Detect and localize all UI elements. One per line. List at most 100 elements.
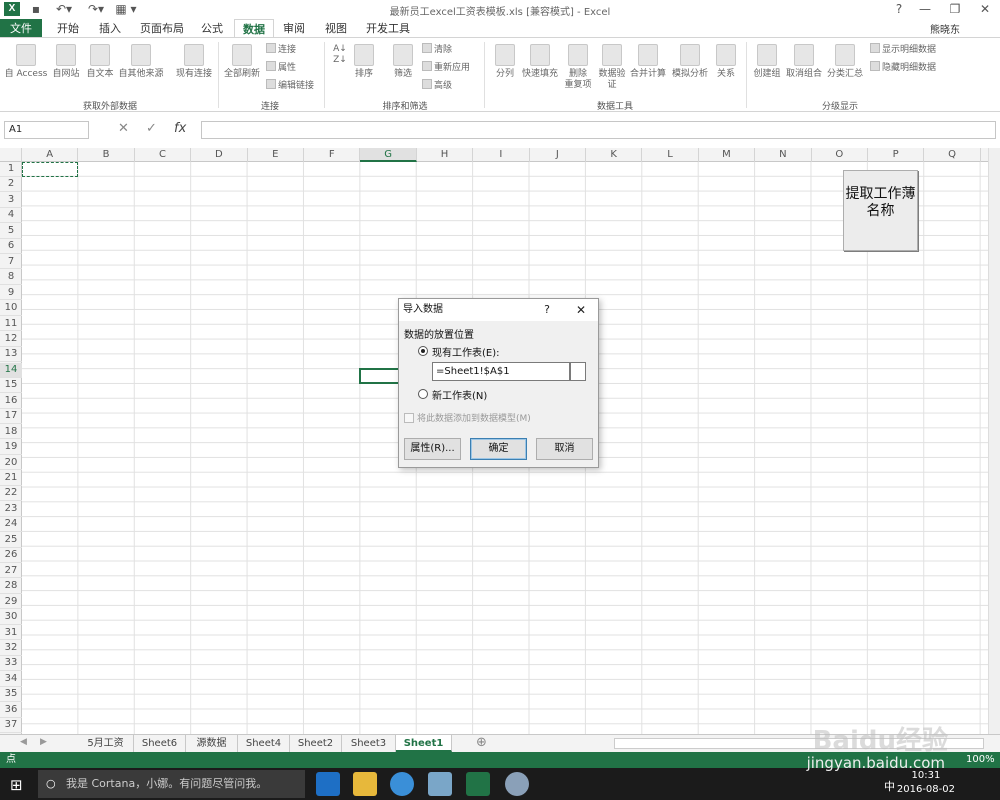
tab-data[interactable]: 数据: [234, 19, 274, 38]
dialog-help-button[interactable]: ?: [544, 299, 550, 321]
column-header[interactable]: O: [812, 148, 868, 162]
row-header[interactable]: 22: [0, 486, 22, 502]
filter-button[interactable]: 筛选: [388, 44, 418, 80]
edge-icon[interactable]: [316, 772, 340, 796]
tab-insert[interactable]: 插入: [92, 19, 128, 38]
vertical-scrollbar[interactable]: [988, 148, 1000, 734]
minimize-button[interactable]: —: [912, 0, 938, 19]
refresh-all-button[interactable]: 全部刷新: [222, 44, 262, 80]
column-header[interactable]: M: [699, 148, 756, 162]
row-header[interactable]: 26: [0, 548, 22, 564]
row-header[interactable]: 10: [0, 301, 22, 316]
new-sheet-radio[interactable]: [418, 389, 428, 399]
row-header[interactable]: 13: [0, 347, 22, 363]
column-header[interactable]: J: [530, 148, 586, 162]
location-input[interactable]: =Sheet1!$A$1: [432, 362, 570, 381]
tab-view[interactable]: 视图: [318, 19, 354, 38]
tab-formulas[interactable]: 公式: [194, 19, 230, 38]
existing-connections-button[interactable]: 现有连接: [172, 44, 216, 80]
row-header[interactable]: 11: [0, 317, 22, 332]
help-button[interactable]: ?: [886, 0, 912, 19]
sheet-tab[interactable]: 源数据: [186, 735, 238, 752]
row-header[interactable]: 33: [0, 656, 22, 672]
row-header[interactable]: 20: [0, 456, 22, 471]
tab-developer[interactable]: 开发工具: [362, 19, 414, 38]
tab-file[interactable]: 文件: [0, 19, 42, 38]
ungroup-button[interactable]: 取消组合: [784, 44, 824, 80]
sort-az-button[interactable]: A↓ Z↓: [328, 44, 352, 66]
column-header[interactable]: D: [191, 148, 248, 162]
column-header[interactable]: C: [135, 148, 192, 162]
column-header[interactable]: I: [473, 148, 530, 162]
reapply-button[interactable]: 重新应用: [422, 61, 470, 76]
column-header[interactable]: E: [248, 148, 304, 162]
relationships-button[interactable]: 关系: [712, 44, 740, 80]
row-header[interactable]: 31: [0, 626, 22, 641]
row-header[interactable]: 35: [0, 687, 22, 703]
row-header[interactable]: 23: [0, 502, 22, 517]
new-sheet-label[interactable]: 新工作表(N): [432, 387, 487, 402]
close-button[interactable]: ✕: [972, 0, 998, 19]
column-header[interactable]: P: [868, 148, 925, 162]
select-all-corner[interactable]: [0, 148, 22, 162]
tab-review[interactable]: 审阅: [278, 19, 310, 38]
column-header[interactable]: L: [642, 148, 699, 162]
row-header[interactable]: 2: [0, 177, 22, 193]
connections-button[interactable]: 连接: [266, 43, 296, 58]
ok-button[interactable]: 确定: [470, 438, 527, 460]
dialog-close-button[interactable]: ✕: [576, 299, 586, 321]
from-other-sources-button[interactable]: 自其他来源: [118, 44, 164, 80]
row-header[interactable]: 28: [0, 579, 22, 594]
row-header[interactable]: 4: [0, 208, 22, 224]
row-header[interactable]: 3: [0, 193, 22, 208]
row-header[interactable]: 9: [0, 286, 22, 301]
column-header[interactable]: G: [360, 148, 417, 162]
row-header[interactable]: 18: [0, 425, 22, 440]
column-header[interactable]: K: [586, 148, 643, 162]
row-header[interactable]: 32: [0, 641, 22, 656]
what-if-analysis-button[interactable]: 模拟分析: [670, 44, 710, 80]
excel-taskbar-icon[interactable]: [466, 772, 490, 796]
row-header[interactable]: 12: [0, 332, 22, 347]
row-header[interactable]: 7: [0, 255, 22, 270]
name-box[interactable]: A1: [4, 121, 89, 139]
properties-button[interactable]: 属性(R)...: [404, 438, 461, 460]
from-text-button[interactable]: 自文本: [84, 44, 116, 80]
subtotal-button[interactable]: 分类汇总: [824, 44, 866, 80]
app-icon[interactable]: [428, 772, 452, 796]
range-picker-icon[interactable]: [570, 362, 586, 381]
edit-links-button[interactable]: 编辑链接: [266, 79, 314, 94]
column-header[interactable]: B: [78, 148, 135, 162]
scroll-right-icon[interactable]: ▶: [40, 737, 47, 747]
sheet-tab[interactable]: Sheet3: [342, 735, 396, 752]
row-header[interactable]: 14: [0, 362, 22, 378]
tab-page-layout[interactable]: 页面布局: [136, 19, 188, 38]
new-sheet-icon[interactable]: ⊕: [476, 735, 487, 750]
row-header[interactable]: 5: [0, 224, 22, 239]
row-header[interactable]: 34: [0, 672, 22, 687]
row-header[interactable]: 15: [0, 378, 22, 394]
row-header[interactable]: 36: [0, 703, 22, 718]
restore-button[interactable]: ❐: [942, 0, 968, 19]
sheet-tab[interactable]: 5月工资: [78, 735, 134, 752]
zoom-level[interactable]: 100%: [966, 752, 995, 768]
sheet-tab[interactable]: Sheet4: [238, 735, 290, 752]
app-icon[interactable]: [505, 772, 529, 796]
browser-icon[interactable]: [390, 772, 414, 796]
hide-detail-button[interactable]: 隐藏明细数据: [870, 61, 936, 76]
row-header[interactable]: 8: [0, 270, 22, 285]
show-detail-button[interactable]: 显示明细数据: [870, 43, 936, 58]
row-header[interactable]: 21: [0, 471, 22, 486]
row-header[interactable]: 16: [0, 394, 22, 409]
scroll-left-icon[interactable]: ◀: [20, 737, 27, 747]
group-button[interactable]: 创建组: [750, 44, 784, 80]
sheet-tab[interactable]: Sheet2: [290, 735, 342, 752]
column-header[interactable]: F: [304, 148, 361, 162]
data-model-checkbox[interactable]: [404, 413, 414, 423]
column-header[interactable]: A: [22, 148, 79, 162]
cancel-icon[interactable]: ✕: [118, 121, 129, 136]
enter-icon[interactable]: ✓: [146, 121, 157, 136]
file-explorer-icon[interactable]: [353, 772, 377, 796]
tab-home[interactable]: 开始: [50, 19, 86, 38]
cancel-button[interactable]: 取消: [536, 438, 593, 460]
